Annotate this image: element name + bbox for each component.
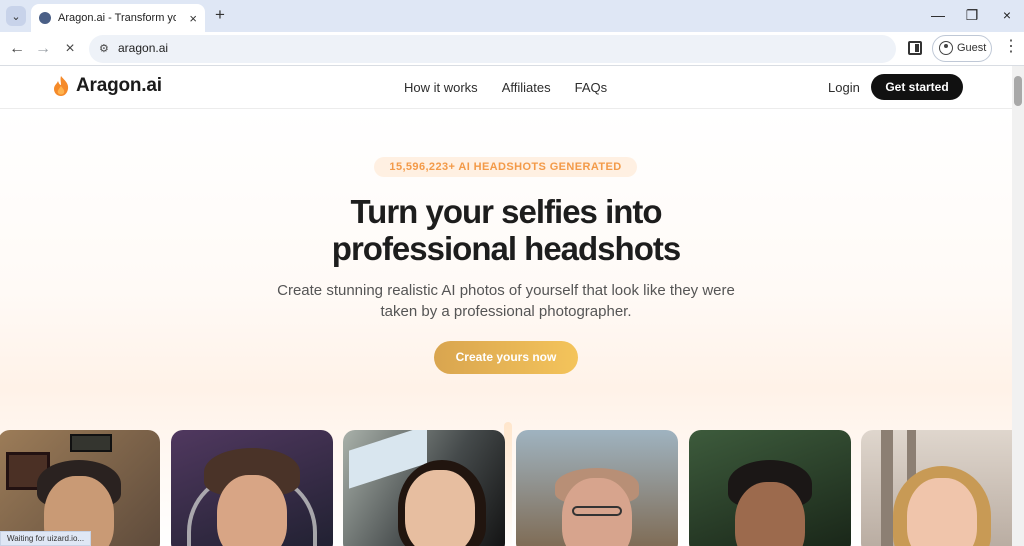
tab-strip: ⌄ Aragon.ai - Transform your selfie × + …	[0, 0, 1024, 32]
site-favicon-icon	[39, 12, 51, 24]
person-icon	[939, 41, 953, 55]
active-tab[interactable]: Aragon.ai - Transform your selfie ×	[31, 4, 205, 32]
nav-affiliates[interactable]: Affiliates	[502, 80, 551, 95]
glasses	[572, 506, 622, 516]
side-panel-icon[interactable]	[908, 41, 922, 55]
selfie-photo-3	[343, 430, 505, 546]
browser-toolbar: ← → × ⚙ aragon.ai Guest ⋮	[0, 32, 1024, 66]
close-icon[interactable]: ×	[189, 11, 197, 26]
page-scrollbar[interactable]	[1012, 66, 1024, 546]
forward-arrow-icon[interactable]: →	[34, 40, 52, 58]
menu-icon[interactable]: ⋮	[1003, 39, 1019, 55]
brand-name: Aragon.ai	[76, 75, 162, 96]
brand-logo[interactable]: Aragon.ai	[52, 75, 162, 97]
url-text: aragon.ai	[118, 41, 169, 55]
hero-description: Create stunning realistic AI photos of y…	[246, 280, 766, 322]
tab-title: Aragon.ai - Transform your selfie	[58, 12, 176, 24]
get-started-button[interactable]: Get started	[871, 74, 963, 100]
nav-how-it-works[interactable]: How it works	[404, 80, 478, 95]
hero-section: 15,596,223+ AI HEADSHOTS GENERATED Turn …	[0, 109, 1012, 546]
headshot-photo-2	[689, 430, 851, 546]
window-pane	[881, 430, 893, 546]
scrollbar-thumb[interactable]	[1014, 76, 1022, 106]
site-header: Aragon.ai How it works Affiliates FAQs L…	[0, 66, 1012, 109]
minimize-button[interactable]: —	[926, 5, 950, 25]
description-line-2: taken by a professional photographer.	[380, 303, 632, 320]
headline-line-2: professional headshots	[331, 230, 681, 267]
nav-faqs[interactable]: FAQs	[575, 80, 608, 95]
webpage: Aragon.ai How it works Affiliates FAQs L…	[0, 66, 1012, 546]
profile-button[interactable]: Guest	[932, 35, 992, 62]
selfie-photo-2	[171, 430, 333, 546]
photo-carousel	[0, 430, 1012, 546]
selfie-photo-1	[0, 430, 160, 546]
create-yours-button[interactable]: Create yours now	[434, 341, 578, 374]
site-settings-icon[interactable]: ⚙	[99, 42, 113, 56]
wall-frame	[70, 434, 112, 452]
new-tab-button[interactable]: +	[211, 6, 229, 24]
loading-status: Waiting for uizard.io...	[0, 531, 92, 546]
restore-button[interactable]: ❐	[960, 5, 984, 25]
address-bar[interactable]: ⚙ aragon.ai	[89, 35, 896, 63]
profile-label: Guest	[957, 42, 987, 54]
tab-search-button[interactable]: ⌄	[6, 6, 26, 26]
stop-loading-icon[interactable]: ×	[61, 40, 79, 58]
headshot-photo-3	[861, 430, 1012, 546]
back-arrow-icon[interactable]: ←	[8, 40, 26, 58]
window-close-button[interactable]: ×	[995, 5, 1019, 25]
hero-headline: Turn your selfies into professional head…	[296, 193, 716, 267]
login-link[interactable]: Login	[828, 80, 860, 95]
headshots-count-badge: 15,596,223+ AI HEADSHOTS GENERATED	[374, 157, 637, 177]
description-line-1: Create stunning realistic AI photos of y…	[277, 282, 735, 299]
headline-line-1: Turn your selfies into	[350, 193, 662, 230]
main-nav: How it works Affiliates FAQs	[404, 80, 607, 95]
browser-chrome: ⌄ Aragon.ai - Transform your selfie × + …	[0, 0, 1024, 66]
headshot-photo-1	[516, 430, 678, 546]
flame-icon	[52, 75, 70, 97]
